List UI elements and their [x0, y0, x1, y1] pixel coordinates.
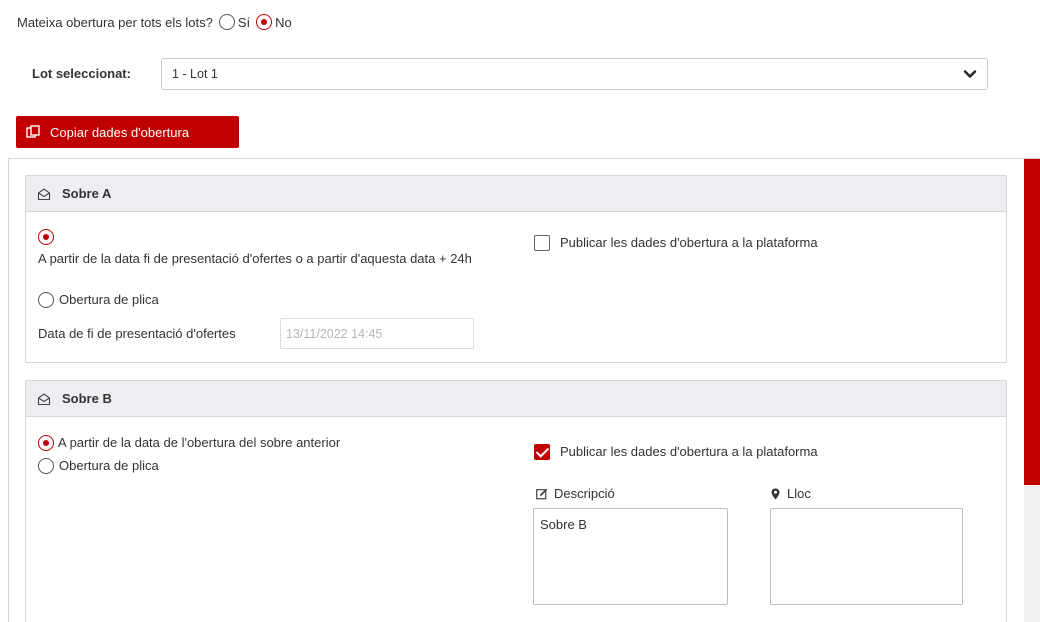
copy-opening-data-button[interactable]: Copiar dades d'obertura: [16, 116, 239, 148]
same-opening-yes[interactable]: Sí: [218, 14, 251, 30]
sobre-a-radio-deadline[interactable]: [38, 229, 54, 245]
sobre-a-title: Sobre A: [62, 186, 112, 201]
sobre-b-publish-label: Publicar les dades d'obertura a la plata…: [560, 444, 818, 459]
envelope-icon: [37, 187, 51, 200]
descripcio-label: Descripció: [554, 486, 615, 501]
descripcio-label-group: Descripció: [536, 484, 615, 503]
sobre-b-option1-label: A partir de la data de l'obertura del so…: [58, 435, 341, 450]
sobre-a-option1-label: A partir de la data fi de presentació d'…: [38, 251, 472, 266]
sobre-a-publish[interactable]: Publicar les dades d'obertura a la plata…: [534, 233, 818, 252]
same-opening-question: Mateixa obertura per tots els lots? Sí N…: [17, 14, 292, 30]
sobre-a-option2-label: Obertura de plica: [59, 292, 159, 307]
radio-no[interactable]: [256, 14, 273, 30]
sobre-b-publish-checkbox[interactable]: [534, 443, 550, 460]
sobre-a-option2[interactable]: Obertura de plica: [38, 290, 159, 309]
scrollbar-thumb[interactable]: [1024, 159, 1040, 485]
chevron-down-icon: [963, 70, 977, 78]
envelope-icon: [37, 392, 51, 405]
map-marker-icon: [771, 488, 780, 499]
sobre-a-publish-label: Publicar les dades d'obertura a la plata…: [560, 235, 818, 250]
radio-yes[interactable]: [218, 14, 235, 30]
sobre-a-header: Sobre A: [26, 176, 1006, 212]
radio-no-label: No: [275, 14, 292, 30]
sobre-b-title: Sobre B: [62, 391, 112, 406]
sobre-b-radio-previous[interactable]: [38, 434, 54, 451]
same-opening-no[interactable]: No: [256, 14, 292, 30]
descripcio-textarea[interactable]: Sobre B: [533, 508, 728, 605]
lloc-label-group: Lloc: [771, 484, 811, 503]
sobre-b-option1[interactable]: A partir de la data de l'obertura del so…: [38, 433, 340, 452]
copy-icon: [26, 125, 40, 138]
sobre-b-option2-label: Obertura de plica: [59, 458, 159, 473]
sobre-a-date-input[interactable]: 13/11/2022 14:45: [280, 318, 474, 349]
edit-icon: [536, 488, 548, 499]
sobre-b-header: Sobre B: [26, 381, 1006, 417]
lot-label: Lot seleccionat:: [32, 66, 131, 81]
sobre-b-option2[interactable]: Obertura de plica: [38, 456, 159, 475]
sobre-b-radio-plica[interactable]: [38, 457, 54, 474]
sobre-b-publish[interactable]: Publicar les dades d'obertura a la plata…: [534, 442, 818, 461]
lloc-textarea[interactable]: [770, 508, 963, 605]
copy-opening-data-label: Copiar dades d'obertura: [50, 124, 190, 140]
sobre-a-publish-checkbox[interactable]: [534, 234, 550, 251]
same-opening-label: Mateixa obertura per tots els lots?: [17, 14, 213, 30]
scrollbar[interactable]: [1024, 159, 1040, 622]
lloc-label: Lloc: [787, 486, 811, 501]
radio-yes-label: Sí: [237, 14, 251, 30]
lot-select[interactable]: 1 - Lot 1: [161, 58, 988, 90]
sobre-a-date-label: Data de fi de presentació d'ofertes: [38, 326, 236, 341]
sobre-a-radio-plica[interactable]: [38, 291, 54, 308]
lot-select-value: 1 - Lot 1: [172, 67, 218, 81]
